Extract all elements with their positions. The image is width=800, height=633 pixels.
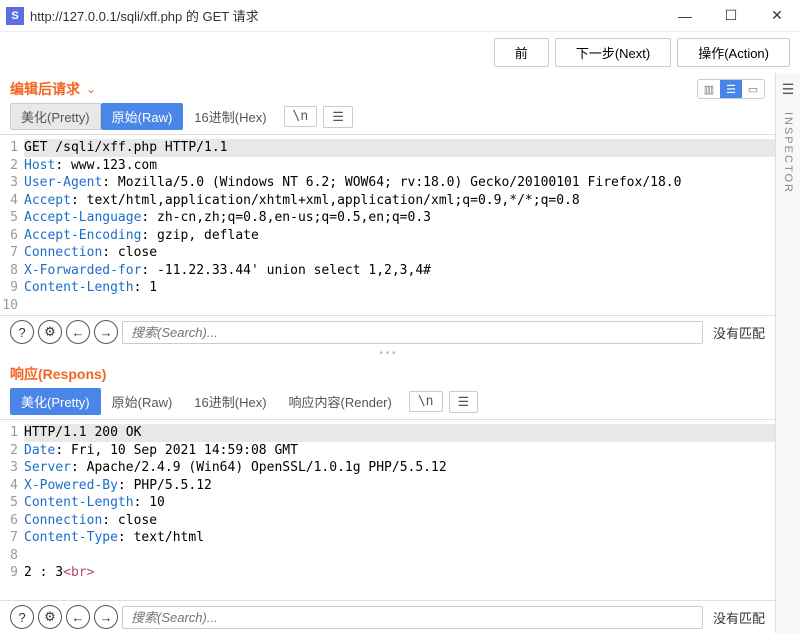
code-line: 1GET /sqli/xff.php HTTP/1.1 bbox=[0, 139, 775, 157]
menu-icon[interactable]: ☰ bbox=[782, 81, 795, 98]
view-switch[interactable]: ▥ ☰ ▭ bbox=[697, 79, 765, 99]
chevron-down-icon[interactable]: ⌄ bbox=[86, 82, 96, 96]
arrow-right-icon[interactable]: → bbox=[94, 605, 118, 629]
divider-icon[interactable]: • • • bbox=[0, 348, 775, 358]
tab-newline[interactable]: \n bbox=[284, 106, 318, 127]
request-title: 编辑后请求 bbox=[10, 79, 80, 99]
code-line: 7Content-Type: text/html bbox=[0, 529, 775, 547]
tab-pretty[interactable]: 美化(Pretty) bbox=[10, 103, 101, 130]
response-body[interactable]: 1HTTP/1.1 200 OK2Date: Fri, 10 Sep 2021 … bbox=[0, 419, 775, 600]
request-body[interactable]: 1GET /sqli/xff.php HTTP/1.12Host: www.12… bbox=[0, 134, 775, 315]
app-icon: S bbox=[6, 7, 24, 25]
arrow-left-icon[interactable]: ← bbox=[66, 320, 90, 344]
response-tabbar: 美化(Pretty) 原始(Raw) 16进制(Hex) 响应内容(Render… bbox=[0, 388, 775, 415]
tab-hex[interactable]: 16进制(Hex) bbox=[183, 103, 277, 130]
code-line: 4Accept: text/html,application/xhtml+xml… bbox=[0, 192, 775, 210]
gear-icon[interactable]: ⚙ bbox=[38, 605, 62, 629]
help-icon[interactable]: ? bbox=[10, 605, 34, 629]
gear-icon[interactable]: ⚙ bbox=[38, 320, 62, 344]
window-title: http://127.0.0.1/sqli/xff.php 的 GET 请求 bbox=[30, 6, 662, 25]
response-title: 响应(Respons) bbox=[10, 364, 106, 384]
code-line: 92 : 3<br> bbox=[0, 564, 775, 582]
minimize-button[interactable]: — bbox=[662, 0, 708, 32]
code-line: 1HTTP/1.1 200 OK bbox=[0, 424, 775, 442]
code-line: 2Host: www.123.com bbox=[0, 157, 775, 175]
code-line: 3User-Agent: Mozilla/5.0 (Windows NT 6.2… bbox=[0, 174, 775, 192]
tab-raw[interactable]: 原始(Raw) bbox=[101, 103, 184, 130]
code-line: 5Accept-Language: zh-cn,zh;q=0.8,en-us;q… bbox=[0, 209, 775, 227]
tab-raw[interactable]: 原始(Raw) bbox=[101, 388, 184, 415]
tab-menu-icon[interactable]: ☰ bbox=[449, 391, 479, 413]
code-line: 3Server: Apache/2.4.9 (Win64) OpenSSL/1.… bbox=[0, 459, 775, 477]
code-line: 6Connection: close bbox=[0, 512, 775, 530]
titlebar: S http://127.0.0.1/sqli/xff.php 的 GET 请求… bbox=[0, 0, 800, 32]
response-nomatch: 没有匹配 bbox=[707, 608, 765, 627]
code-line: 8X-Forwarded-for: -11.22.33.44' union se… bbox=[0, 262, 775, 280]
view-columns-icon[interactable]: ▥ bbox=[698, 80, 720, 98]
code-line: 7Connection: close bbox=[0, 244, 775, 262]
request-header: 编辑后请求 ⌄ ▥ ☰ ▭ bbox=[0, 73, 775, 103]
arrow-right-icon[interactable]: → bbox=[94, 320, 118, 344]
prev-button[interactable]: 前 bbox=[494, 38, 549, 67]
action-button[interactable]: 操作(Action) bbox=[677, 38, 790, 67]
request-nomatch: 没有匹配 bbox=[707, 323, 765, 342]
tab-hex[interactable]: 16进制(Hex) bbox=[183, 388, 277, 415]
inspector-label[interactable]: INSPECTOR bbox=[782, 112, 794, 194]
request-search-input[interactable] bbox=[122, 321, 703, 344]
inspector-sidebar: ☰ INSPECTOR bbox=[776, 73, 800, 633]
next-button[interactable]: 下一步(Next) bbox=[555, 38, 671, 67]
code-line: 4X-Powered-By: PHP/5.5.12 bbox=[0, 477, 775, 495]
request-footer: ? ⚙ ← → 没有匹配 bbox=[0, 315, 775, 348]
toolbar: 前 下一步(Next) 操作(Action) bbox=[0, 32, 800, 73]
code-line: 9Content-Length: 1 bbox=[0, 279, 775, 297]
code-line: 6Accept-Encoding: gzip, deflate bbox=[0, 227, 775, 245]
request-tabbar: 美化(Pretty) 原始(Raw) 16进制(Hex) \n ☰ bbox=[0, 103, 775, 130]
maximize-button[interactable]: ☐ bbox=[708, 0, 754, 32]
view-split-icon[interactable]: ☰ bbox=[720, 80, 742, 98]
tab-newline[interactable]: \n bbox=[409, 391, 443, 412]
view-single-icon[interactable]: ▭ bbox=[742, 80, 764, 98]
response-header: 响应(Respons) bbox=[0, 358, 775, 388]
code-line: 10 bbox=[0, 297, 775, 315]
response-footer: ? ⚙ ← → 没有匹配 bbox=[0, 600, 775, 633]
code-line: 5Content-Length: 10 bbox=[0, 494, 775, 512]
code-line: 2Date: Fri, 10 Sep 2021 14:59:08 GMT bbox=[0, 442, 775, 460]
help-icon[interactable]: ? bbox=[10, 320, 34, 344]
tab-pretty[interactable]: 美化(Pretty) bbox=[10, 388, 101, 415]
response-search-input[interactable] bbox=[122, 606, 703, 629]
tab-render[interactable]: 响应内容(Render) bbox=[278, 388, 403, 415]
close-button[interactable]: ✕ bbox=[754, 0, 800, 32]
tab-menu-icon[interactable]: ☰ bbox=[323, 106, 353, 128]
code-line: 8 bbox=[0, 547, 775, 565]
arrow-left-icon[interactable]: ← bbox=[66, 605, 90, 629]
